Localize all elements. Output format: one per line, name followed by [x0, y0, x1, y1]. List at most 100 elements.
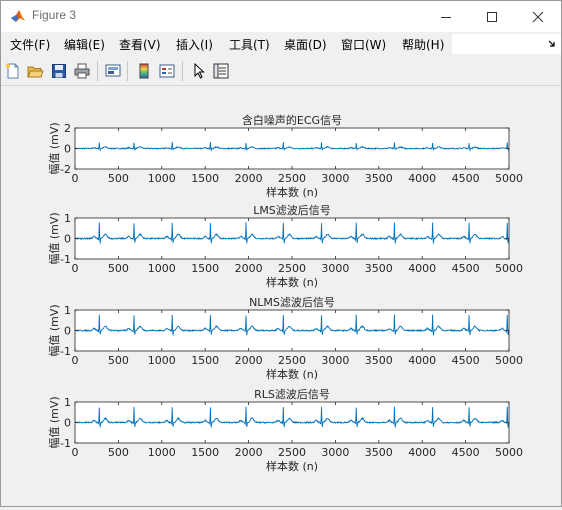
x-tick-label: 0	[72, 172, 79, 185]
x-tick-label: 0	[72, 262, 79, 275]
y-tick-label: -1	[60, 345, 71, 358]
x-tick-label: 1500	[191, 262, 219, 275]
minimize-icon	[441, 17, 451, 18]
x-tick-label: 1500	[191, 446, 219, 459]
subplot-2: 0 500 1000 1500 2000 2500 3000 3500 4000 4500 5000…	[48, 204, 523, 289]
toolbar-separator	[97, 61, 98, 81]
y-tick-label: 1	[64, 304, 71, 317]
x-tick-label: 1000	[148, 262, 176, 275]
pointer-icon[interactable]	[190, 62, 208, 80]
figure-toolbar	[1, 57, 561, 86]
y-tick-label: -1	[60, 253, 71, 266]
new-file-icon[interactable]	[4, 62, 22, 80]
y-tick-label: 0	[64, 325, 71, 338]
legend-icon[interactable]	[158, 62, 176, 80]
x-tick-label: 3000	[321, 446, 349, 459]
menu-help[interactable]: 帮助(H)	[402, 36, 444, 53]
menu-desktop[interactable]: 桌面(D)	[284, 36, 327, 53]
x-tick-label: 0	[72, 354, 79, 367]
x-tick-label: 3000	[321, 172, 349, 185]
x-tick-label: 4000	[408, 354, 436, 367]
x-tick-label: 1000	[148, 446, 176, 459]
figure-canvas: 0 500 1000 1500 2000 2500 3000 3500 4000 4500 5000…	[1, 86, 561, 506]
x-tick-label: 1000	[148, 172, 176, 185]
x-tick-label: 2500	[278, 262, 306, 275]
y-axis-label: 幅值 (mV)	[48, 304, 61, 356]
minimize-button[interactable]	[423, 1, 469, 32]
link-plot-icon[interactable]	[104, 62, 122, 80]
title-bar: Figure 3	[1, 1, 561, 32]
x-tick-label: 500	[108, 262, 129, 275]
x-tick-label: 4000	[408, 262, 436, 275]
x-tick-label: 3500	[365, 262, 393, 275]
y-tick-label: 2	[64, 122, 71, 135]
x-tick-label: 5000	[495, 446, 523, 459]
maximize-icon	[487, 12, 497, 22]
subplot-4: 0 500 1000 1500 2000 2500 3000 3500 4000 4500 5000…	[48, 388, 523, 473]
toolbar-separator	[182, 61, 183, 81]
x-tick-label: 5000	[495, 172, 523, 185]
x-tick-label: 3500	[365, 446, 393, 459]
y-tick-label: -1	[60, 437, 71, 450]
x-tick-label: 0	[72, 446, 79, 459]
x-axis-label: 样本数 (n)	[266, 459, 318, 473]
maximize-button[interactable]	[469, 1, 515, 32]
y-axis-label: 幅值 (mV)	[48, 122, 61, 174]
x-axis-label: 样本数 (n)	[266, 275, 318, 289]
x-tick-label: 1500	[191, 172, 219, 185]
x-tick-label: 4000	[408, 446, 436, 459]
save-icon[interactable]	[50, 62, 68, 80]
chart-title: 含白噪声的ECG信号	[242, 113, 342, 127]
subplot-3: 0 500 1000 1500 2000 2500 3000 3500 4000 4500 5000…	[48, 296, 523, 381]
x-tick-label: 3000	[321, 262, 349, 275]
menu-view[interactable]: 查看(V)	[119, 36, 161, 53]
x-tick-label: 2000	[235, 172, 263, 185]
y-tick-label: 0	[64, 417, 71, 430]
close-button[interactable]	[515, 1, 561, 32]
y-tick-label: 0	[64, 143, 71, 156]
menu-tools[interactable]: 工具(T)	[229, 36, 270, 53]
colorbar-icon[interactable]	[135, 62, 153, 80]
y-axis-label: 幅值 (mV)	[48, 212, 61, 264]
x-tick-label: 2000	[235, 262, 263, 275]
x-tick-label: 1000	[148, 354, 176, 367]
x-axis-label: 样本数 (n)	[266, 185, 318, 199]
matlab-logo-icon	[11, 10, 25, 22]
toolbar-separator	[127, 61, 128, 81]
menu-window[interactable]: 窗口(W)	[341, 36, 386, 53]
x-tick-label: 2500	[278, 172, 306, 185]
menu-overflow-icon[interactable]	[547, 39, 557, 49]
y-tick-label: 1	[64, 396, 71, 409]
chart-title: NLMS滤波后信号	[249, 296, 335, 309]
x-tick-label: 4500	[452, 354, 480, 367]
print-icon[interactable]	[73, 62, 91, 80]
x-tick-label: 5000	[495, 354, 523, 367]
x-tick-label: 4000	[408, 172, 436, 185]
menu-bar-fill	[452, 34, 561, 54]
x-tick-label: 500	[108, 446, 129, 459]
open-folder-icon[interactable]	[26, 62, 44, 80]
x-tick-label: 2500	[278, 446, 306, 459]
x-tick-label: 4500	[452, 446, 480, 459]
close-icon	[532, 11, 544, 23]
x-tick-label: 4500	[452, 172, 480, 185]
y-tick-label: -2	[60, 163, 71, 176]
menu-insert[interactable]: 插入(I)	[176, 36, 213, 53]
menu-file[interactable]: 文件(F)	[10, 36, 50, 53]
x-tick-label: 2500	[278, 354, 306, 367]
x-tick-label: 1500	[191, 354, 219, 367]
y-tick-label: 0	[64, 233, 71, 246]
menu-edit[interactable]: 编辑(E)	[64, 36, 105, 53]
x-tick-label: 2000	[235, 446, 263, 459]
chart-title: LMS滤波后信号	[253, 204, 331, 217]
x-tick-label: 3000	[321, 354, 349, 367]
x-tick-label: 2000	[235, 354, 263, 367]
menu-bar: 文件(F) 编辑(E) 查看(V) 插入(I) 工具(T) 桌面(D) 窗口(W…	[1, 32, 561, 56]
y-axis-label: 幅值 (mV)	[48, 396, 61, 448]
x-tick-label: 5000	[495, 262, 523, 275]
chart-title: RLS滤波后信号	[254, 388, 330, 401]
x-tick-label: 3500	[365, 354, 393, 367]
subplot-1: 0 500 1000 1500 2000 2500 3000 3500 4000 4500 5000…	[48, 113, 523, 199]
property-inspector-icon[interactable]	[212, 62, 230, 80]
x-axis-label: 样本数 (n)	[266, 367, 318, 381]
